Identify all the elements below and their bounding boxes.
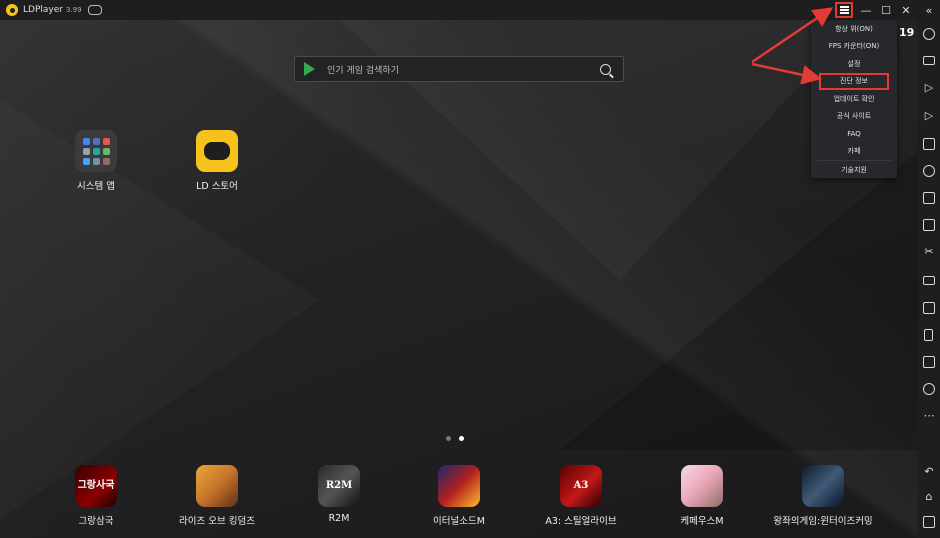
menu-item-diagnostics[interactable]: 진단 정보	[819, 72, 889, 90]
menu-item-cafe[interactable]: 카페	[811, 143, 897, 161]
app-eternal-sword-m[interactable]: 이터널소드M	[404, 465, 514, 527]
app-grand-samguk[interactable]: 그랑사국 그랑삼국	[41, 465, 151, 527]
app-label: 라이즈 오브 킹덤즈	[179, 516, 255, 527]
home-icon[interactable]: ⌂	[922, 491, 936, 503]
close-button[interactable]: ✕	[897, 2, 915, 18]
more-icon[interactable]: ⋯	[922, 410, 936, 422]
menu-item-check-update[interactable]: 업데이트 확인	[811, 90, 897, 108]
scissors-icon[interactable]: ✂	[922, 246, 936, 258]
volume-down-icon[interactable]: ▷	[922, 110, 936, 122]
menu-item-always-on-top[interactable]: 항상 위(ON)	[811, 20, 897, 38]
app-r2m[interactable]: R2M R2M	[284, 465, 394, 524]
play-store-icon	[304, 62, 315, 76]
app-system-apps[interactable]: 시스템 앱	[41, 130, 151, 192]
app-ld-store[interactable]: LD 스토어	[162, 130, 272, 192]
android-desktop: 인기 게임 검색하기 시스템 앱 LD 스토어 그랑사국 그랑삼국 라이즈 오브…	[0, 20, 918, 538]
back-icon[interactable]: ↶	[922, 466, 936, 478]
app-label: 이터널소드M	[433, 516, 485, 527]
settings-menu: 항상 위(ON) FPS 카운터(ON) 설정 진단 정보 업데이트 확인 공식…	[811, 20, 897, 178]
system-apps-icon	[75, 130, 117, 172]
recent-apps-icon[interactable]	[923, 516, 935, 528]
page-dot[interactable]	[446, 436, 451, 441]
app-game-of-thrones[interactable]: 왕좌의게임:윈터이즈커밍	[768, 465, 878, 527]
right-toolbar: ▷ ▷ ✂ ⋯ ↶ ⌂	[918, 20, 940, 538]
keyboard-icon[interactable]	[923, 56, 935, 65]
app-icon	[681, 465, 723, 507]
app-icon: 그랑사국	[75, 465, 117, 507]
page-indicator[interactable]	[446, 436, 464, 441]
app-icon: R2M	[318, 465, 360, 507]
app-icon	[196, 465, 238, 507]
menu-button[interactable]	[835, 2, 853, 18]
shake-icon[interactable]	[924, 329, 933, 341]
app-rise-of-kingdoms[interactable]: 라이즈 오브 킹덤즈	[162, 465, 272, 527]
collapse-sidebar-button[interactable]: «	[920, 2, 938, 18]
display-icon[interactable]	[923, 356, 935, 368]
screenshot-icon[interactable]	[923, 138, 935, 150]
app-label: 그랑삼국	[78, 516, 114, 527]
app-label: R2M	[328, 513, 350, 524]
record-icon[interactable]	[923, 165, 935, 177]
ld-store-icon	[196, 130, 238, 172]
app-title: LDPlayer	[23, 5, 63, 15]
volume-up-icon[interactable]: ▷	[922, 82, 936, 94]
app-cepheus-m[interactable]: 케페우스M	[647, 465, 757, 527]
maximize-button[interactable]: ☐	[877, 2, 895, 18]
gear-icon[interactable]	[923, 28, 935, 40]
app-icon: A3	[560, 465, 602, 507]
search-bar[interactable]: 인기 게임 검색하기	[294, 56, 624, 82]
ldplayer-logo-icon	[6, 4, 18, 16]
page-dot-active[interactable]	[459, 436, 464, 441]
status-clock: 19	[899, 26, 915, 39]
hamburger-icon	[839, 9, 849, 11]
search-placeholder: 인기 게임 검색하기	[327, 65, 399, 76]
apk-icon[interactable]	[923, 192, 935, 204]
app-label: LD 스토어	[196, 181, 238, 192]
search-icon[interactable]	[600, 63, 611, 75]
location-icon[interactable]	[923, 383, 935, 395]
video-icon[interactable]	[923, 276, 935, 285]
menu-item-tech-support[interactable]: 기술지원	[811, 161, 897, 179]
app-icon	[802, 465, 844, 507]
app-label: A3: 스틸얼라이브	[545, 516, 617, 527]
app-icon	[438, 465, 480, 507]
menu-item-settings[interactable]: 설정	[811, 55, 897, 73]
gamepad-icon[interactable]	[87, 5, 102, 15]
menu-item-faq[interactable]: FAQ	[811, 125, 897, 143]
title-bar: LDPlayer 3.99 — ☐ ✕ «	[0, 0, 940, 20]
app-label: 시스템 앱	[77, 181, 115, 192]
menu-item-official-site[interactable]: 공식 사이트	[811, 108, 897, 126]
menu-item-fps-counter[interactable]: FPS 카운터(ON)	[811, 38, 897, 56]
app-label: 왕좌의게임:윈터이즈커밍	[773, 516, 873, 527]
app-version: 3.99	[65, 6, 82, 14]
minimize-button[interactable]: —	[857, 2, 875, 18]
folder-icon[interactable]	[923, 219, 935, 231]
sync-icon[interactable]	[923, 302, 935, 314]
app-a3-still-alive[interactable]: A3 A3: 스틸얼라이브	[526, 465, 636, 527]
app-label: 케페우스M	[680, 516, 724, 527]
